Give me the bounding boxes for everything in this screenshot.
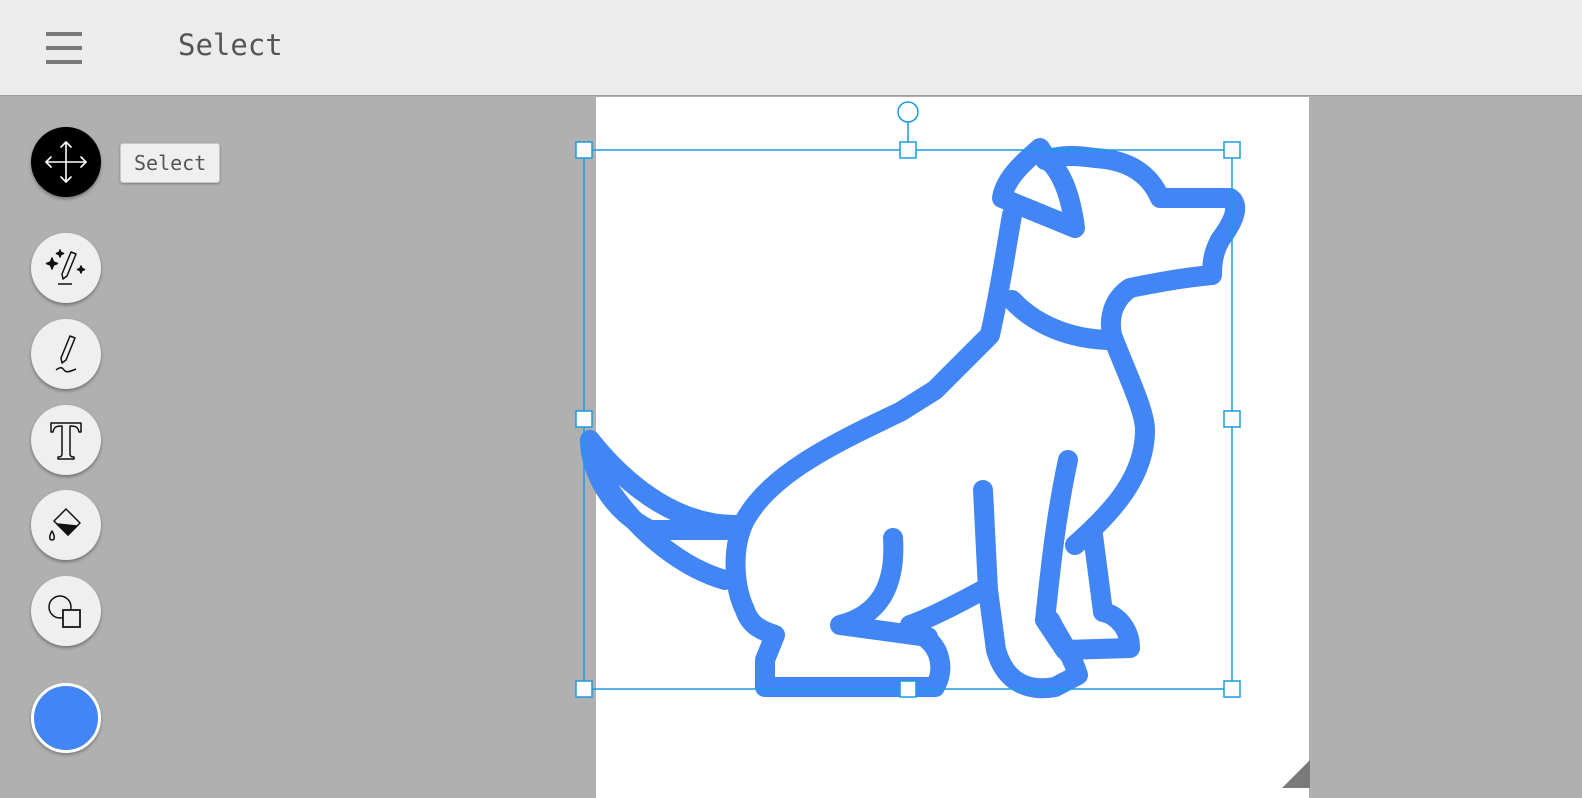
- resize-handle-left[interactable]: [575, 410, 593, 428]
- resize-handle-bottom-right[interactable]: [1223, 680, 1241, 698]
- resize-handle-top-left[interactable]: [575, 141, 593, 159]
- resize-handle-bottom-left[interactable]: [575, 680, 593, 698]
- resize-handle-top[interactable]: [899, 141, 917, 159]
- canvas-overlay: [575, 101, 1246, 699]
- rotate-handle[interactable]: [897, 101, 919, 123]
- resize-handle-top-right[interactable]: [1223, 141, 1241, 159]
- resize-handle-right[interactable]: [1223, 410, 1241, 428]
- resize-handle-bottom[interactable]: [899, 680, 917, 698]
- dog-drawing[interactable]: [580, 138, 1246, 699]
